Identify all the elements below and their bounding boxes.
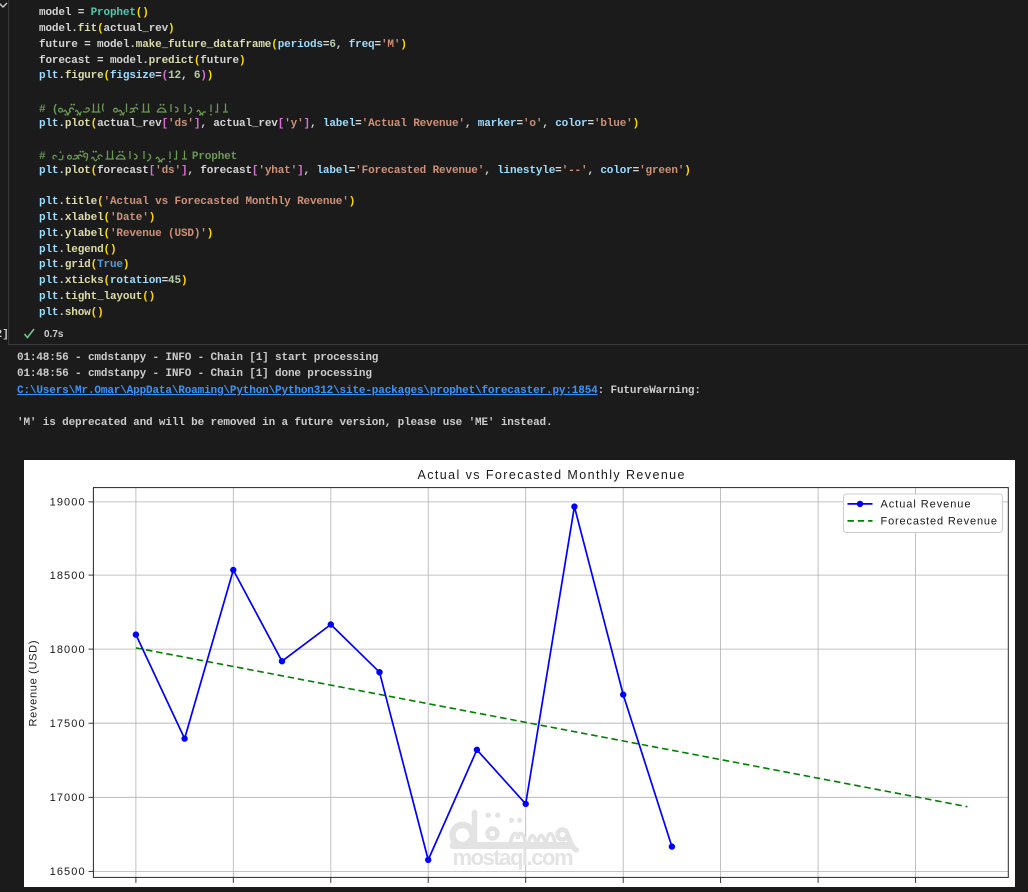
svg-text:Forecasted Revenue: Forecasted Revenue [881,516,998,528]
svg-text:17500: 17500 [50,718,85,730]
svg-text:Actual vs Forecasted Monthly R: Actual vs Forecasted Monthly Revenue [418,468,685,482]
svg-text:Actual Revenue: Actual Revenue [881,499,971,511]
svg-text:18000: 18000 [50,644,85,656]
svg-text:17000: 17000 [50,792,85,804]
svg-text:16500: 16500 [50,866,85,878]
svg-text:mostaql.com: mostaql.com [453,845,574,870]
svg-text:Revenue (USD): Revenue (USD) [28,641,40,727]
svg-text:19000: 19000 [50,497,85,509]
svg-text:18500: 18500 [50,570,85,582]
